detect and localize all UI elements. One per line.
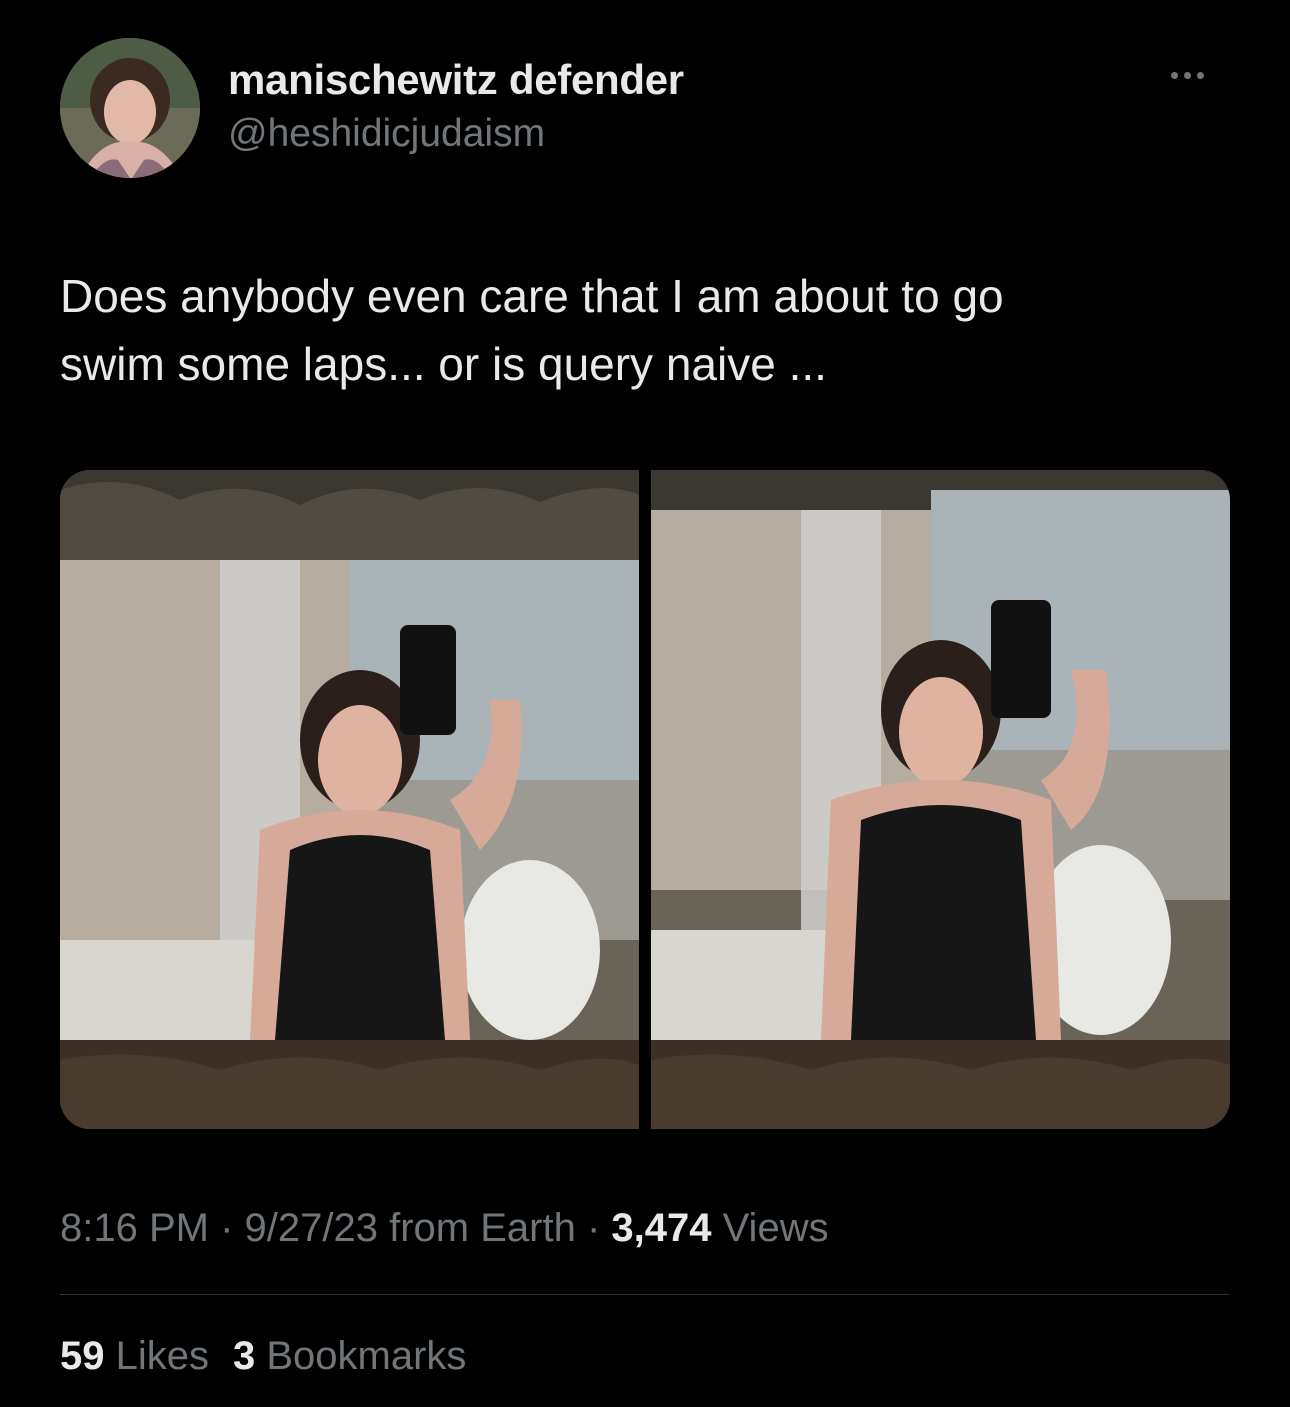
tweet-header: manischewitz defender @heshidicjudaism (60, 38, 1230, 178)
bathroom-selfie-image (651, 470, 1230, 1129)
tweet-stats: 59 Likes 3 Bookmarks (60, 1328, 490, 1384)
views-count: 3,474 (611, 1206, 712, 1250)
tweet-text-line: swim some laps... or is query naive ... (60, 338, 827, 390)
likes-label: Likes (104, 1334, 209, 1378)
tweet-time[interactable]: 8:16 PM (60, 1206, 209, 1250)
bookmarks-label: Bookmarks (255, 1334, 467, 1378)
tweet-text-line: Does anybody even care that I am about t… (60, 270, 1004, 322)
tweet-meta: 8:16 PM · 9/27/23 from Earth · 3,474 Vie… (60, 1200, 829, 1256)
tweet-date[interactable]: 9/27/23 (245, 1206, 378, 1250)
avatar[interactable] (60, 38, 200, 178)
likes-stat[interactable]: 59 Likes (60, 1334, 209, 1378)
author-handle[interactable]: @heshidicjudaism (228, 110, 684, 158)
author-names: manischewitz defender @heshidicjudaism (228, 56, 684, 158)
bookmarks-stat[interactable]: 3 Bookmarks (233, 1334, 466, 1378)
meta-separator: · (575, 1206, 612, 1250)
avatar-image (60, 38, 200, 178)
divider (60, 1294, 1230, 1295)
more-horizontal-icon[interactable] (1168, 66, 1228, 96)
author-display-name[interactable]: manischewitz defender (228, 56, 684, 104)
media-photo-1[interactable] (60, 470, 639, 1129)
media-grid (60, 470, 1230, 1129)
views-label: Views (711, 1206, 829, 1250)
meta-separator: · (208, 1206, 245, 1250)
likes-count: 59 (60, 1334, 105, 1378)
media-photo-2[interactable] (651, 470, 1230, 1129)
bathroom-selfie-image (60, 470, 639, 1129)
tweet-source: from Earth (377, 1206, 576, 1250)
bookmarks-count: 3 (233, 1334, 256, 1378)
tweet-text: Does anybody even care that I am about t… (60, 262, 1210, 398)
